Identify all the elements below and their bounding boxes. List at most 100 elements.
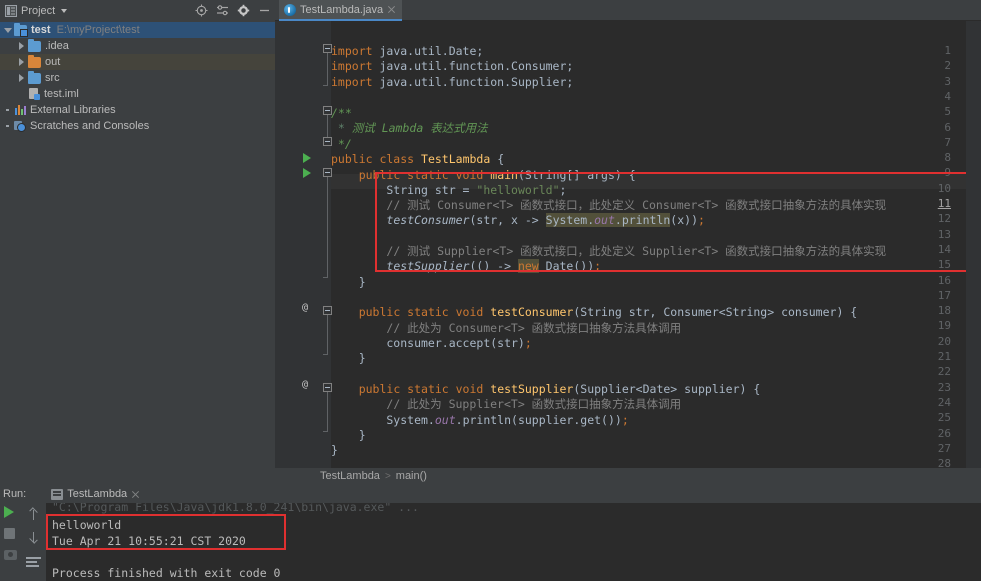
code-line-14: // 测试 Supplier<T> 函数式接口，此处定义 Supplier<T>…: [386, 244, 887, 258]
soft-wrap-icon[interactable]: [26, 556, 42, 568]
code-line-21: }: [331, 351, 366, 365]
code-line-9: public static void main(String[] args) {: [358, 168, 636, 182]
code-line-2: import java.util.function.Consumer;: [331, 59, 574, 73]
code-line-18: public static void testConsumer(String s…: [358, 305, 858, 319]
screenshot-icon[interactable]: [4, 550, 18, 564]
close-icon[interactable]: [387, 5, 396, 14]
expand-arrow-icon[interactable]: [16, 72, 28, 84]
run-toolbar-left: [0, 504, 22, 581]
code-editor[interactable]: 1 2 3 4 5 6 7 8 9 10 11 12 13 14 15 16 17 18 19 20 21 22 23 24 2…: [275, 21, 981, 468]
rerun-icon[interactable]: [4, 506, 18, 520]
expand-arrow-icon[interactable]: [16, 56, 28, 68]
editor-tab-testlambda[interactable]: TestLambda.java: [279, 0, 403, 21]
code-line-8: public class TestLambda {: [331, 152, 505, 166]
tree-item-label: .idea: [45, 40, 69, 52]
tree-item-path: E:\myProject\test: [56, 24, 140, 36]
libraries-icon: [14, 104, 26, 116]
editor-tab-label: TestLambda.java: [300, 3, 384, 16]
tree-item-out[interactable]: out: [0, 54, 275, 70]
locate-icon[interactable]: [195, 4, 208, 17]
tree-item-label: Scratches and Consoles: [30, 120, 150, 132]
stop-icon[interactable]: [4, 528, 18, 542]
tree-item-label: External Libraries: [30, 104, 116, 116]
expand-arrow-icon[interactable]: [2, 120, 14, 132]
breadcrumb-method[interactable]: main(): [396, 470, 427, 482]
code-line-3: import java.util.function.Supplier;: [331, 75, 574, 89]
close-icon[interactable]: [131, 490, 140, 499]
code-line-10: String str = "helloworld";: [331, 183, 567, 197]
expand-arrow-icon[interactable]: [2, 104, 14, 116]
java-class-icon: [284, 3, 296, 16]
project-tool-header: Project: [0, 0, 275, 21]
console-output[interactable]: "C:\Program Files\Java\jdk1.8.0_241\bin\…: [46, 503, 981, 581]
editor-tabbar: TestLambda.java: [275, 0, 981, 21]
run-tab-label: TestLambda: [67, 488, 128, 500]
breadcrumb-class[interactable]: TestLambda: [320, 470, 380, 482]
code-line-20: consumer.accept(str);: [331, 336, 532, 350]
iml-file-icon: [28, 88, 40, 100]
folder-icon: [28, 38, 41, 52]
code-line-12: testConsumer(str, x -> System.out.printl…: [386, 213, 705, 227]
editor-marker-gutter[interactable]: [966, 21, 981, 468]
run-toolbar-console: [22, 504, 46, 581]
console-line-date: Tue Apr 21 10:55:21 CST 2020: [52, 534, 246, 548]
tree-item-src[interactable]: src: [0, 70, 275, 86]
tree-item-label: src: [45, 72, 60, 84]
tree-item-test-iml[interactable]: test.iml: [0, 86, 275, 102]
tree-item-test[interactable]: test E:\myProject\test: [0, 22, 275, 38]
tree-item-external-libraries[interactable]: External Libraries: [0, 102, 275, 118]
code-line-5: /**: [331, 106, 352, 120]
usage-marker-icon[interactable]: @: [302, 302, 308, 313]
chevron-down-icon[interactable]: [61, 8, 68, 13]
breadcrumb[interactable]: TestLambda > main(): [275, 468, 981, 484]
code-text[interactable]: import java.util.Date; import java.util.…: [331, 21, 981, 468]
run-tool-window: Run: TestLambda "C:\Program Files\Java\j…: [0, 484, 981, 581]
scratches-icon: [14, 120, 26, 132]
run-label: Run:: [3, 488, 27, 500]
code-line-25: System.out.println(supplier.get());: [331, 413, 629, 427]
code-line-15: testSupplier(() -> new Date());: [386, 259, 602, 273]
project-tree[interactable]: test E:\myProject\test .idea out src tes…: [0, 21, 275, 468]
folder-icon: [28, 70, 41, 84]
code-line-19: // 此处为 Consumer<T> 函数式接口抽象方法具体调用: [386, 321, 682, 335]
run-config-icon: [51, 488, 64, 500]
project-tool-actions: [195, 0, 271, 21]
usage-marker-icon[interactable]: @: [302, 379, 308, 390]
code-line-24: // 此处为 Supplier<T> 函数式接口抽象方法具体调用: [386, 397, 682, 411]
gear-icon[interactable]: [237, 4, 250, 17]
tree-item-label: test.iml: [44, 88, 79, 100]
editor-gutter[interactable]: [275, 21, 331, 468]
module-folder-icon: [14, 22, 28, 37]
expand-arrow-icon[interactable]: [16, 40, 28, 52]
code-line-23: public static void testSupplier(Supplier…: [358, 382, 761, 396]
minimize-icon[interactable]: [258, 4, 271, 17]
expand-arrow-icon[interactable]: [2, 24, 14, 36]
tree-item-label: out: [45, 56, 61, 68]
console-line-helloworld: helloworld: [52, 518, 122, 532]
tree-item-label: test: [31, 24, 51, 36]
code-line-26: }: [331, 428, 366, 442]
code-line-27: }: [331, 443, 338, 457]
console-line-exit: Process finished with exit code 0: [52, 566, 281, 580]
console-line-command: "C:\Program Files\Java\jdk1.8.0_241\bin\…: [52, 503, 419, 514]
scroll-down-icon[interactable]: [29, 530, 38, 544]
idea-window: Project TestLambda.java test E:\myProjec…: [0, 0, 981, 581]
breadcrumb-separator: >: [384, 470, 391, 482]
code-line-6: * 测试 Lambda 表达式用法: [331, 121, 488, 135]
project-icon: [5, 4, 17, 17]
code-line-1: import java.util.Date;: [331, 44, 484, 58]
run-tab-testlambda[interactable]: TestLambda: [47, 484, 144, 504]
folder-orange-icon: [28, 54, 41, 68]
collapse-all-icon[interactable]: [216, 4, 229, 17]
project-tool-label: Project: [21, 4, 56, 17]
scroll-up-icon[interactable]: [29, 507, 38, 521]
run-method-gutter-icon[interactable]: [303, 168, 311, 178]
run-class-gutter-icon[interactable]: [303, 153, 311, 163]
run-header: Run: TestLambda: [0, 484, 144, 504]
code-line-11: // 测试 Consumer<T> 函数式接口，此处定义 Consumer<T>…: [386, 198, 887, 212]
project-tool-title[interactable]: Project: [0, 4, 68, 17]
tree-item-scratches-consoles[interactable]: Scratches and Consoles: [0, 118, 275, 134]
tree-item-idea[interactable]: .idea: [0, 38, 275, 54]
code-line-16: }: [331, 275, 366, 289]
code-line-7: */: [331, 137, 352, 151]
